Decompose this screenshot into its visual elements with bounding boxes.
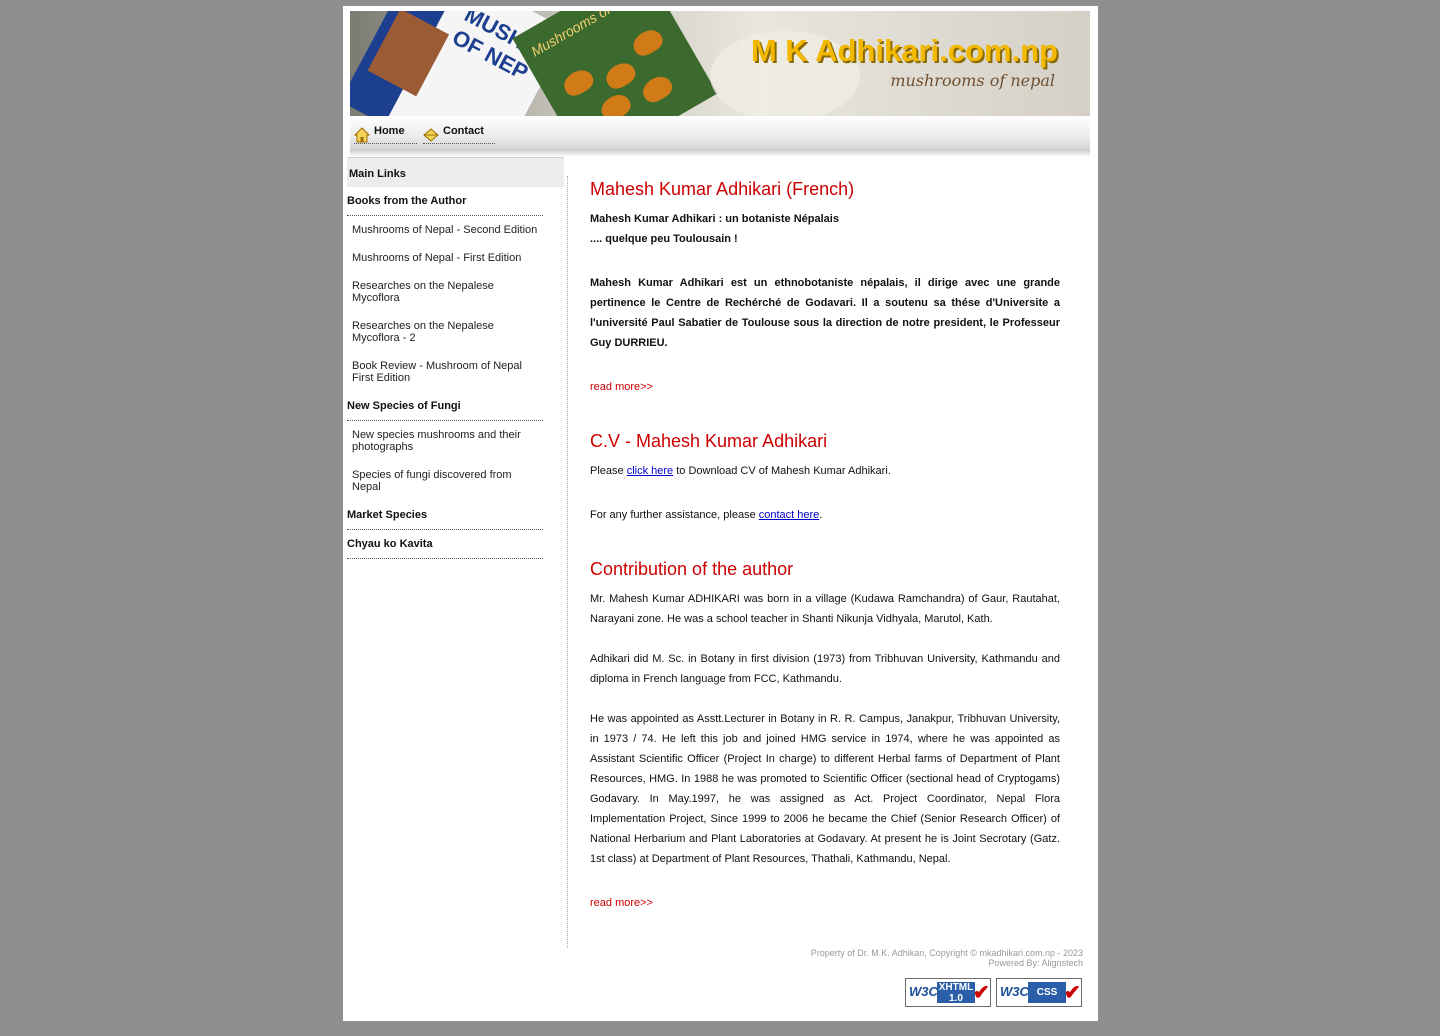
powered-by-text: Powered By: Alignstech	[811, 958, 1083, 968]
assist-prefix: For any further assistance, please	[590, 509, 759, 521]
column-divider	[567, 176, 568, 948]
nav-shadow	[350, 149, 1090, 157]
w3c-xhtml-badge[interactable]: W3C XHTML 1.0 ✔	[905, 978, 991, 1007]
w3c-css-badge[interactable]: W3C CSS ✔	[996, 978, 1082, 1007]
sidebar-title: Main Links	[349, 168, 406, 180]
section-heading-contribution: Contribution of the author	[590, 559, 794, 579]
css-badge-label: CSS	[1028, 982, 1066, 1003]
envelope-icon	[423, 128, 439, 142]
header-banner: MUSHROOOF NEP Mushrooms of Nepal M K Adh…	[350, 11, 1090, 116]
w3c-logo-text: W3C	[909, 984, 938, 999]
home-icon	[354, 127, 370, 143]
checkmark-icon: ✔	[1064, 982, 1081, 1004]
nav-contact-link[interactable]: Contact	[423, 125, 495, 144]
copyright-text: Property of Dr. M.K. Adhikari, Copyright…	[810, 948, 1083, 958]
sidebar-category-books[interactable]: Books from the Author	[347, 195, 543, 216]
footer: Property of Dr. M.K. Adhikari, Copyright…	[811, 948, 1083, 968]
french-line-1: Mahesh Kumar Adhikari : un botaniste Nép…	[590, 213, 839, 225]
sidebar-category-new-species[interactable]: New Species of Fungi	[347, 400, 543, 421]
sidebar-category-label: Chyau ko Kavita	[347, 538, 433, 550]
site-title: M K Adhikari.com.np	[750, 33, 1058, 68]
alignstech-link[interactable]: Alignstech	[1041, 958, 1083, 968]
section-heading-cv: C.V - Mahesh Kumar Adhikari	[590, 431, 828, 451]
cv-suffix: to Download CV of Mahesh Kumar Adhikari.	[673, 465, 891, 477]
sidebar-link-species-discovered[interactable]: Species of fungi discovered from Nepal	[352, 469, 542, 493]
section-heading-french: Mahesh Kumar Adhikari (French)	[590, 179, 855, 199]
sidebar-link-mushrooms-first-edition[interactable]: Mushrooms of Nepal - First Edition	[352, 252, 542, 264]
read-more-link-french[interactable]: read more>>	[590, 377, 653, 397]
contact-here-link[interactable]: contact here	[759, 509, 820, 521]
powered-prefix: Powered By:	[988, 958, 1042, 968]
xhtml-badge-label: XHTML 1.0	[937, 982, 975, 1004]
cv-prefix: Please	[590, 465, 627, 477]
sidebar-link-new-species-photos[interactable]: New species mushrooms and their photogra…	[352, 429, 542, 453]
sidebar-link-researches-mycoflora-2[interactable]: Researches on the Nepalese Mycoflora - 2	[352, 320, 542, 344]
contribution-paragraph-1: Mr. Mahesh Kumar ADHIKARI was born in a …	[590, 593, 1060, 625]
w3c-logo-text: W3C	[1000, 984, 1029, 999]
cv-download-text: Please click here to Download CV of Mahe…	[590, 461, 1060, 481]
book-cover-image-2: Mushrooms of Nepal	[512, 11, 718, 116]
nav-contact-label: Contact	[443, 125, 484, 137]
contribution-paragraph-3: He was appointed as Asstt.Lecturer in Bo…	[590, 713, 1060, 865]
nav-home-label: Home	[374, 125, 405, 137]
sidebar-category-label: Books from the Author	[347, 195, 467, 207]
sidebar-link-book-review[interactable]: Book Review - Mushroom of Nepal First Ed…	[352, 360, 542, 384]
french-paragraph: Mahesh Kumar Adhikari est un ethnobotani…	[590, 277, 1060, 349]
sidebar-link-mushrooms-second-edition[interactable]: Mushrooms of Nepal - Second Edition	[352, 224, 542, 236]
page-container: MUSHROOOF NEP Mushrooms of Nepal M K Adh…	[343, 6, 1098, 1021]
assist-suffix: .	[819, 509, 823, 521]
top-navigation: Home Contact	[350, 116, 1090, 149]
contribution-paragraph-2: Adhikari did M. Sc. in Botany in first d…	[590, 653, 1060, 685]
sidebar-header: Main Links	[347, 157, 564, 187]
sidebar-category-label: Market Species	[347, 509, 428, 521]
french-line-2: .... quelque peu Toulousain !	[590, 233, 738, 245]
site-subtitle: mushrooms of nepal	[890, 71, 1055, 90]
nav-home-link[interactable]: Home	[354, 125, 417, 144]
checkmark-icon: ✔	[973, 982, 990, 1004]
read-more-link-contribution[interactable]: read more>>	[590, 893, 653, 913]
assistance-text: For any further assistance, please conta…	[590, 505, 1060, 525]
sidebar-category-market-species[interactable]: Market Species	[347, 509, 543, 530]
sidebar-link-researches-mycoflora[interactable]: Researches on the Nepalese Mycoflora	[352, 280, 542, 304]
sidebar-category-label: New Species of Fungi	[347, 400, 461, 412]
sidebar-category-chyau-ko-kavita[interactable]: Chyau ko Kavita	[347, 538, 543, 559]
cv-click-here-link[interactable]: click here	[627, 465, 673, 477]
